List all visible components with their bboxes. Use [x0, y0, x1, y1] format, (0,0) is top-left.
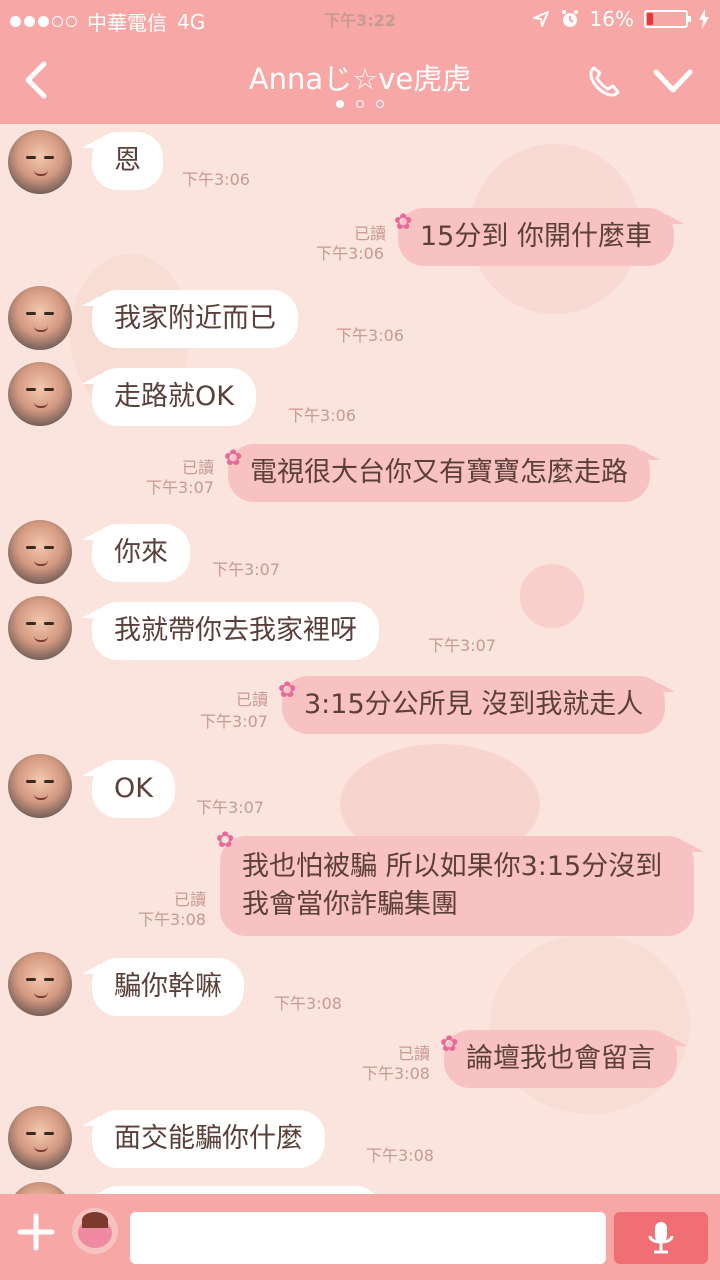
charging-bolt-icon [699, 9, 709, 29]
message-time: 下午3:06 [288, 406, 356, 425]
phone-icon [589, 66, 620, 97]
read-receipt: 已讀 [235, 690, 268, 709]
page-dot [376, 100, 384, 108]
location-arrow-icon [532, 11, 549, 27]
battery-fill [647, 13, 654, 25]
contact-avatar[interactable] [8, 362, 72, 426]
incoming-message[interactable]: 我就帶你去我家裡呀 [82, 602, 379, 660]
contact-avatar[interactable] [8, 130, 72, 194]
sparkle-icon: ✿ [224, 446, 243, 471]
incoming-message[interactable]: 恩 [82, 132, 163, 190]
incoming-message[interactable]: 走路就OK [82, 368, 256, 426]
sparkle-icon: ✿ [394, 210, 413, 235]
call-button[interactable] [584, 62, 624, 102]
message-time: 下午3:06 [182, 170, 250, 189]
message-text: 3:15分公所見 沒到我就走人 [304, 689, 644, 720]
message-time: 下午3:07 [428, 636, 496, 655]
incoming-message[interactable]: 面交能騙你什麼 [82, 1110, 325, 1168]
incoming-message[interactable]: 騙你幹嘛 [82, 958, 244, 1016]
message-time: 下午3:08 [362, 1064, 430, 1083]
incoming-message[interactable] [82, 1186, 382, 1194]
message-time: 下午3:07 [146, 478, 214, 497]
message-text: 15分到 你開什麼車 [420, 221, 652, 252]
outgoing-message[interactable]: ✿ 我也怕被騙 所以如果你3:15分沒到我會當你詐騙集團 [216, 828, 704, 936]
contact-avatar[interactable] [8, 520, 72, 584]
sparkle-icon: ✿ [216, 828, 235, 853]
background-candy-decoration [520, 564, 584, 628]
menu-toggle-button[interactable] [650, 62, 696, 102]
message-time: 下午3:08 [366, 1146, 434, 1165]
message-time: 下午3:08 [274, 994, 342, 1013]
contact-avatar[interactable] [8, 286, 72, 350]
message-time: 下午3:07 [212, 560, 280, 579]
message-input[interactable] [130, 1212, 606, 1264]
page-dot [356, 100, 364, 108]
incoming-message[interactable]: 我家附近而已 [82, 290, 298, 348]
message-time: 下午3:06 [316, 244, 384, 263]
contact-avatar[interactable] [8, 754, 72, 818]
message-text: 電視很大台你又有寶寶怎麼走路 [250, 457, 628, 488]
incoming-message[interactable]: 你來 [82, 524, 190, 582]
chat-header: Annaじ☆ve虎虎 [0, 40, 720, 124]
outgoing-message[interactable]: ✿ 電視很大台你又有寶寶怎麼走路 [224, 444, 660, 502]
outgoing-message[interactable]: ✿ 論壇我也會留言 [440, 1030, 687, 1088]
voice-message-button[interactable] [614, 1212, 708, 1264]
microphone-icon [648, 1222, 674, 1254]
chevron-down-icon [653, 69, 693, 93]
message-time: 下午3:07 [196, 798, 264, 817]
sticker-button[interactable] [72, 1208, 118, 1254]
message-time: 下午3:08 [138, 910, 206, 929]
add-attachment-button[interactable] [16, 1212, 56, 1252]
sparkle-icon: ✿ [278, 678, 297, 703]
chat-messages[interactable]: 恩 下午3:06 已讀 下午3:06 ✿ 15分到 你開什麼車 我家附近而已 下午… [0, 124, 720, 1194]
contact-avatar[interactable] [8, 952, 72, 1016]
battery-percent: 16% [589, 7, 634, 31]
outgoing-message[interactable]: ✿ 3:15分公所見 沒到我就走人 [278, 676, 676, 734]
message-input-bar [0, 1194, 720, 1280]
page-dot [336, 100, 344, 108]
alarm-clock-icon [561, 10, 578, 27]
sparkle-icon: ✿ [440, 1032, 459, 1057]
contact-avatar[interactable] [8, 1106, 72, 1170]
sticker-hair-icon [82, 1212, 108, 1228]
outgoing-message[interactable]: ✿ 15分到 你開什麼車 [394, 208, 684, 266]
message-time: 下午3:07 [200, 712, 268, 731]
incoming-message[interactable]: OK [82, 760, 175, 818]
message-text: 論壇我也會留言 [466, 1043, 655, 1074]
battery-icon [644, 10, 691, 28]
plus-icon [17, 1213, 55, 1251]
contact-avatar[interactable] [8, 596, 72, 660]
status-bar: 中華電信 4G 下午3:22 16% [0, 0, 720, 40]
contact-avatar[interactable] [8, 1182, 72, 1194]
message-text: 我也怕被騙 所以如果你3:15分沒到我會當你詐騙集團 [242, 851, 663, 920]
message-time: 下午3:06 [336, 326, 404, 345]
